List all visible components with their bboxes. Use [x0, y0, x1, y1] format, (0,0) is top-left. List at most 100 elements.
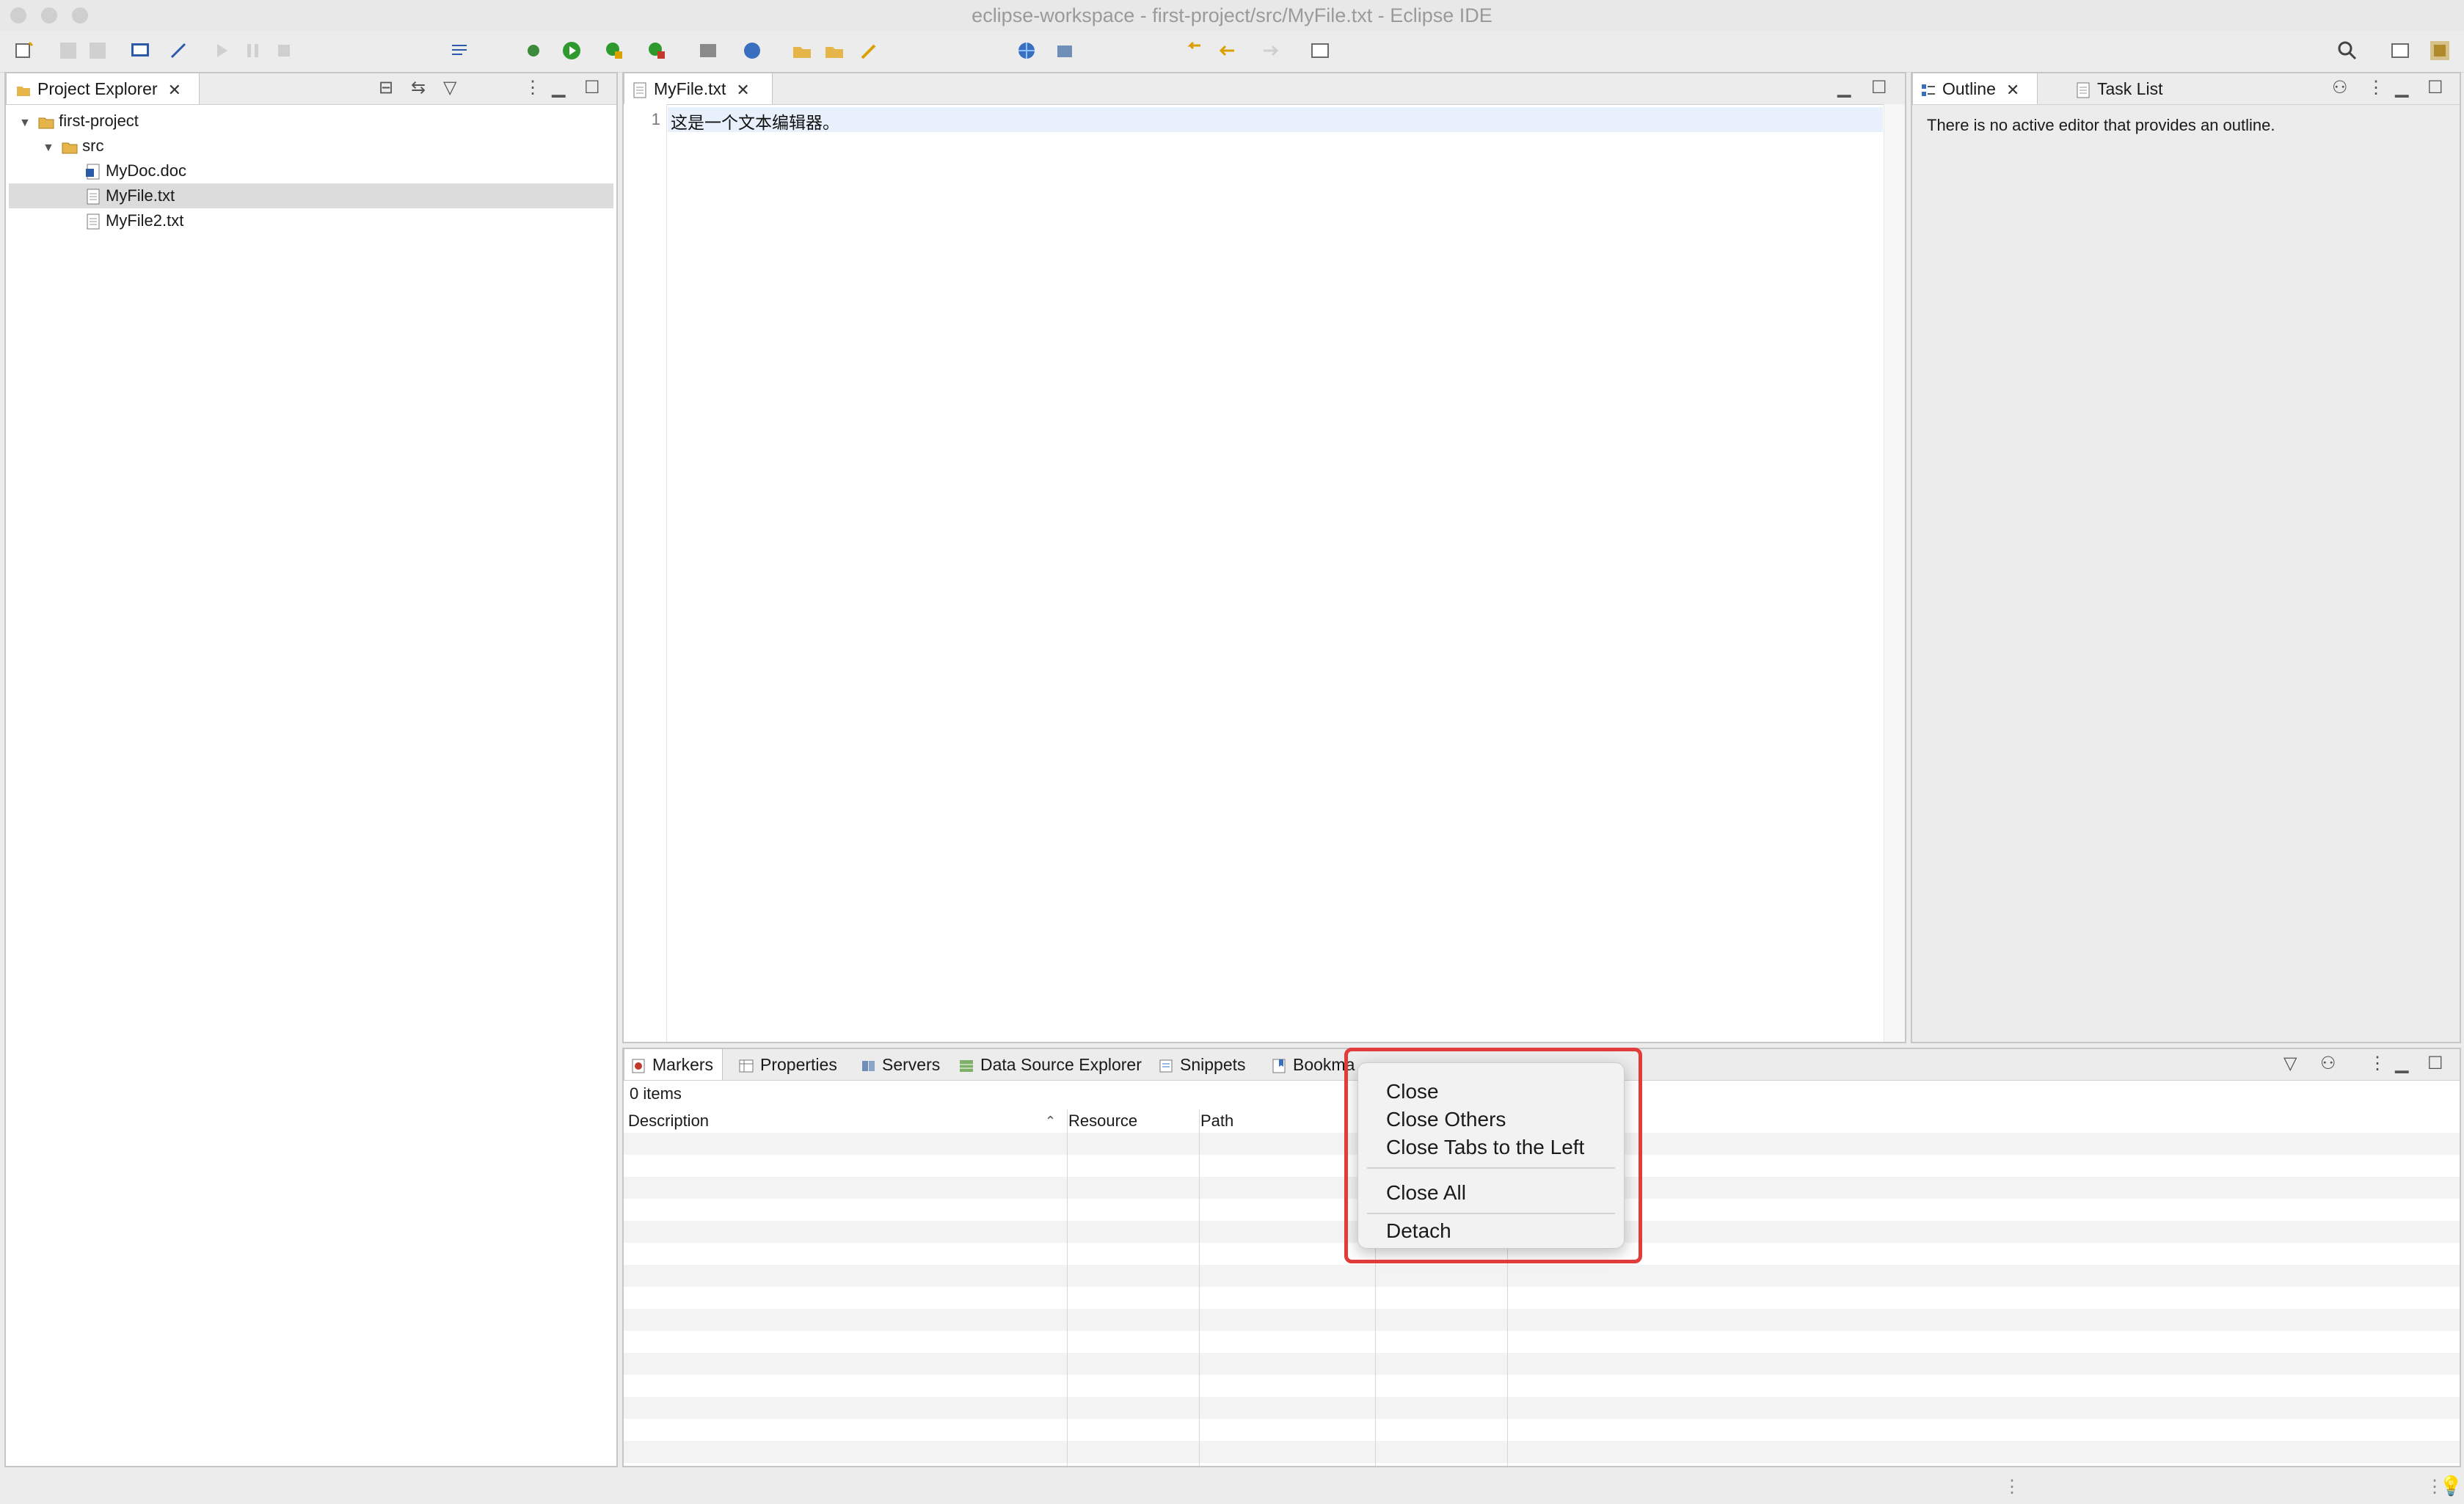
- tab-properties[interactable]: Properties: [732, 1049, 843, 1080]
- open-resource-icon[interactable]: [823, 40, 845, 62]
- editor-scrollbar[interactable]: [1884, 104, 1905, 1042]
- tab-markers[interactable]: Markers: [624, 1049, 723, 1080]
- terminate-icon[interactable]: [273, 40, 295, 62]
- deploy-icon[interactable]: [1054, 40, 1076, 62]
- maximize-icon[interactable]: ☐: [584, 79, 600, 97]
- next-annotation-icon[interactable]: [449, 40, 471, 62]
- column-path[interactable]: Path: [1196, 1109, 1233, 1133]
- menu-separator: [1367, 1167, 1615, 1169]
- tree-item-file[interactable]: MyFile2.txt: [9, 208, 613, 233]
- column-divider[interactable]: [1067, 1109, 1068, 1466]
- minimize-icon[interactable]: ▁: [1837, 79, 1851, 97]
- text-file-icon: [87, 189, 100, 205]
- tree-item-folder[interactable]: ▼ src: [9, 134, 613, 158]
- last-edit-location-icon[interactable]: [1183, 40, 1205, 62]
- view-menu-icon[interactable]: ⋮: [2367, 79, 2385, 97]
- new-web-service-icon[interactable]: [741, 40, 763, 62]
- line-number-gutter: 1: [624, 104, 667, 1042]
- minimize-icon[interactable]: ▁: [552, 79, 565, 97]
- status-drag-handle-icon[interactable]: ⋮: [2003, 1476, 2021, 1497]
- maximize-icon[interactable]: ☐: [2427, 79, 2443, 97]
- tab-myfile[interactable]: MyFile.txt ✕: [624, 73, 773, 104]
- tree-item-file-selected[interactable]: MyFile.txt: [9, 183, 613, 208]
- close-window-icon[interactable]: [10, 7, 26, 23]
- table-row: [624, 1375, 2460, 1397]
- tree-item-project[interactable]: ▼ first-project: [9, 109, 613, 134]
- pin-editor-icon[interactable]: [1309, 40, 1331, 62]
- filter-icon[interactable]: ▽: [2283, 1055, 2297, 1073]
- back-icon[interactable]: [1217, 40, 1239, 62]
- tab-snippets[interactable]: Snippets: [1152, 1049, 1252, 1080]
- menu-item-detach[interactable]: Detach: [1386, 1219, 1451, 1244]
- web-browser-icon[interactable]: [1016, 40, 1038, 62]
- editor-text[interactable]: 这是一个文本编辑器。: [671, 109, 839, 134]
- open-type-icon[interactable]: [791, 40, 813, 62]
- project-explorer-panel: Project Explorer ✕ ⊟ ⇆ ▽ ⋮ ▁ ☐ ▼ first-pr…: [4, 72, 618, 1467]
- minimize-window-icon[interactable]: [41, 7, 57, 23]
- close-icon[interactable]: ✕: [736, 75, 749, 106]
- tab-bookmarks[interactable]: Bookma: [1265, 1049, 1360, 1080]
- external-tools-icon[interactable]: [646, 40, 668, 62]
- tab-data-source-explorer[interactable]: Data Source Explorer: [952, 1049, 1148, 1080]
- run-icon[interactable]: [561, 40, 583, 62]
- outline-tabbar: Outline ✕ Task List ⚇ ⋮ ▁ ☐: [1912, 73, 2460, 105]
- menu-item-close-tabs-left[interactable]: Close Tabs to the Left: [1386, 1135, 1584, 1160]
- menu-item-close-others[interactable]: Close Others: [1386, 1107, 1506, 1132]
- link-with-editor-icon[interactable]: ⇆: [411, 79, 426, 97]
- column-description[interactable]: Description: [624, 1109, 709, 1133]
- collapse-all-icon[interactable]: ⊟: [379, 79, 393, 97]
- new-server-icon[interactable]: [697, 40, 719, 62]
- current-line-highlight: [668, 107, 1883, 132]
- open-perspective-icon[interactable]: [2389, 40, 2411, 62]
- forward-icon[interactable]: [1259, 40, 1281, 62]
- tab-label: Data Source Explorer: [980, 1055, 1142, 1074]
- search-icon[interactable]: [2336, 40, 2358, 62]
- tab-project-explorer[interactable]: Project Explorer ✕: [6, 73, 200, 104]
- minimize-icon[interactable]: ▁: [2395, 79, 2408, 97]
- task-list-icon: [2077, 82, 2090, 98]
- resume-icon[interactable]: [211, 40, 233, 62]
- sync-icon[interactable]: ⚇: [2320, 1055, 2336, 1073]
- close-icon[interactable]: ✕: [168, 75, 181, 106]
- tab-label: Task List: [2097, 79, 2163, 98]
- search-tools-icon[interactable]: [859, 40, 881, 62]
- table-row: [624, 1331, 2460, 1353]
- filter-icon[interactable]: ▽: [443, 79, 456, 97]
- tab-servers[interactable]: Servers: [854, 1049, 946, 1080]
- column-divider[interactable]: [1199, 1109, 1200, 1466]
- debug-icon[interactable]: [522, 40, 544, 62]
- java-ee-perspective-icon[interactable]: [2429, 40, 2451, 62]
- menu-item-close[interactable]: Close: [1386, 1079, 1439, 1104]
- table-row: [624, 1265, 2460, 1287]
- sync-icon[interactable]: ⚇: [2332, 79, 2348, 97]
- word-doc-icon: [86, 164, 100, 180]
- save-all-icon[interactable]: [87, 40, 109, 62]
- tab-task-list[interactable]: Task List: [2068, 73, 2170, 104]
- expand-icon[interactable]: ▼: [43, 136, 57, 161]
- menu-item-close-all[interactable]: Close All: [1386, 1180, 1466, 1205]
- coverage-icon[interactable]: [603, 40, 625, 62]
- tree-item-file[interactable]: MyDoc.doc: [9, 158, 613, 183]
- tab-label: MyFile.txt: [654, 79, 726, 98]
- table-row: [624, 1309, 2460, 1331]
- maximize-icon[interactable]: ☐: [1871, 79, 1887, 97]
- menu-separator: [1367, 1213, 1615, 1214]
- view-menu-icon[interactable]: ⋮: [524, 79, 542, 97]
- terminal-icon[interactable]: [129, 40, 151, 62]
- column-resource[interactable]: Resource: [1064, 1109, 1137, 1133]
- suspend-icon[interactable]: [242, 40, 264, 62]
- zoom-window-icon[interactable]: [72, 7, 88, 23]
- tab-label: Servers: [882, 1055, 941, 1074]
- close-icon[interactable]: ✕: [2006, 75, 2019, 106]
- tab-outline[interactable]: Outline ✕: [1912, 73, 2038, 104]
- tree-item-label: MyFile2.txt: [106, 211, 184, 230]
- new-icon[interactable]: [13, 40, 35, 62]
- expand-icon[interactable]: ▼: [19, 111, 34, 136]
- tip-lightbulb-icon[interactable]: 💡: [2439, 1475, 2463, 1497]
- save-icon[interactable]: [57, 40, 79, 62]
- view-menu-icon[interactable]: ⋮: [2369, 1055, 2386, 1073]
- tab-label: Outline: [1942, 79, 1996, 98]
- maximize-icon[interactable]: ☐: [2427, 1055, 2443, 1073]
- skip-breakpoints-icon[interactable]: [167, 40, 189, 62]
- minimize-icon[interactable]: ▁: [2395, 1055, 2408, 1073]
